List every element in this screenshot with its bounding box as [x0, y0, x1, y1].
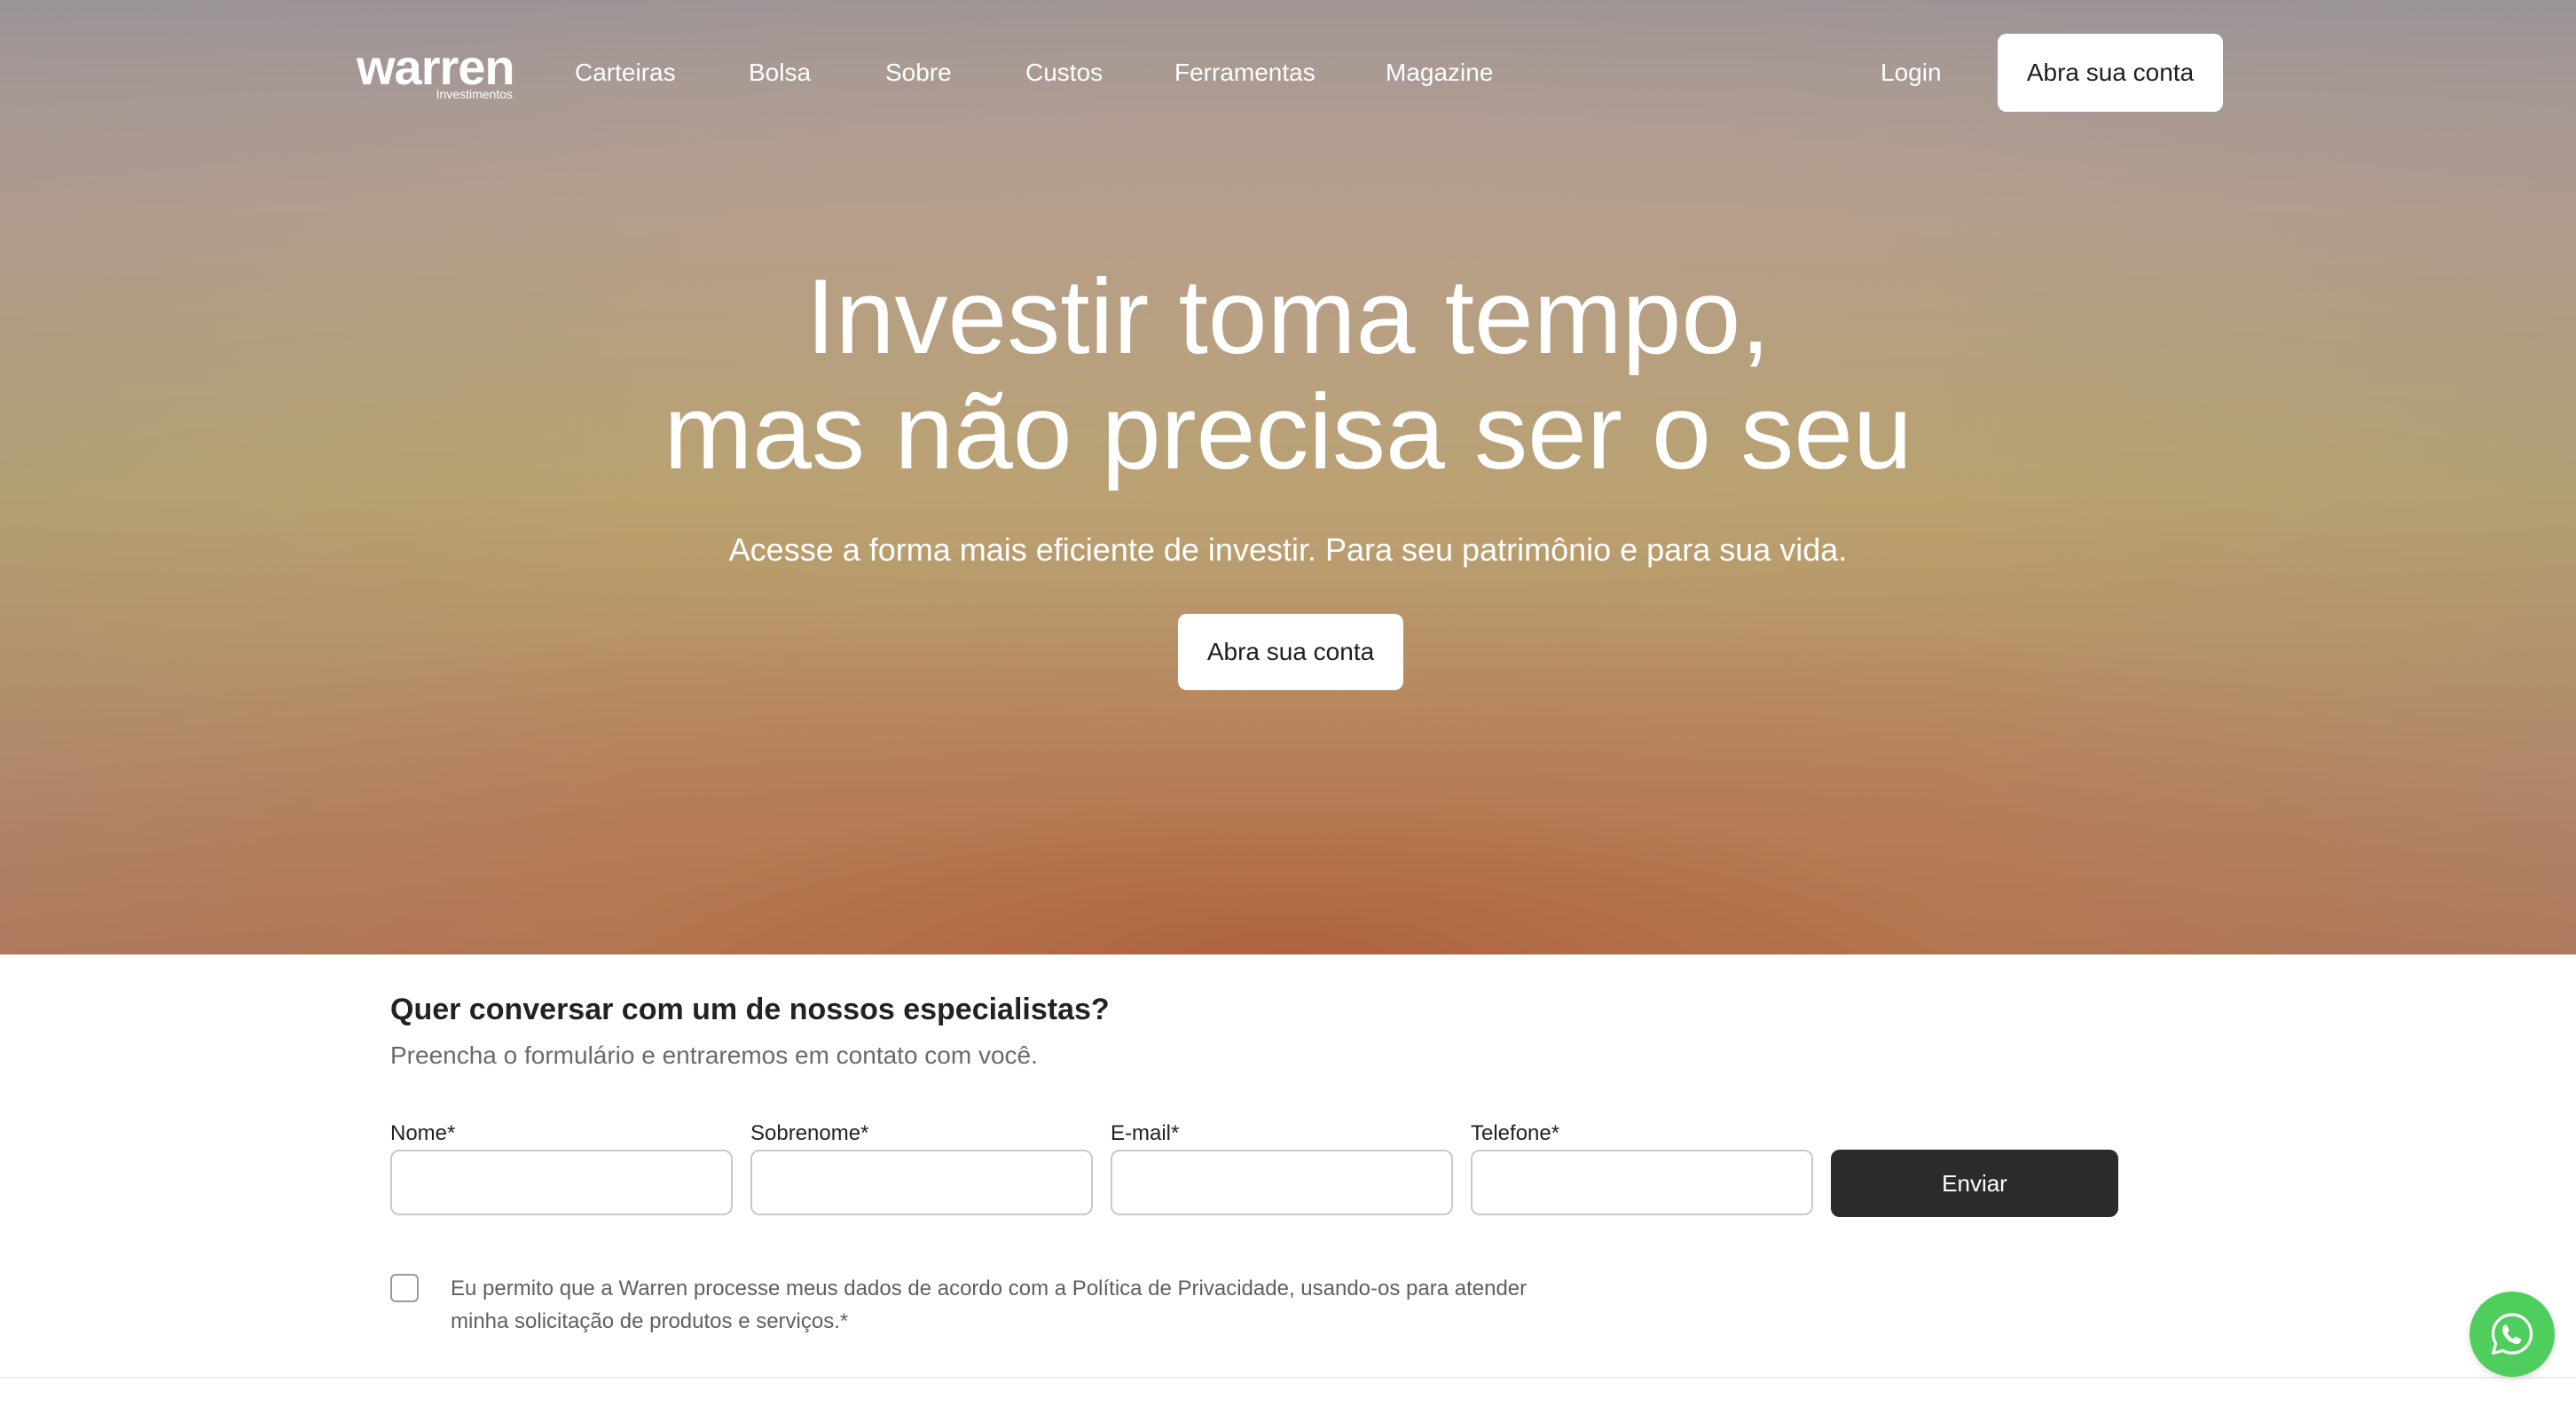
- nav-link-ferramentas[interactable]: Ferramentas: [1174, 55, 1315, 90]
- whatsapp-button[interactable]: [2470, 1292, 2555, 1377]
- top-navigation: warren Investimentos Carteiras Bolsa Sob…: [0, 0, 2576, 147]
- whatsapp-icon: [2491, 1313, 2533, 1355]
- first-name-label: Nome*: [390, 1121, 456, 1145]
- nav-link-magazine[interactable]: Magazine: [1386, 55, 1493, 90]
- hero-title-line2: mas não precisa ser o seu: [664, 373, 1912, 491]
- nav-link-bolsa[interactable]: Bolsa: [749, 55, 811, 90]
- warren-logo[interactable]: warren Investimentos: [357, 41, 516, 105]
- hero-subtitle: Acesse a forma mais eficiente de investi…: [728, 531, 1848, 568]
- logo-subtitle: Investimentos: [436, 87, 513, 101]
- last-name-field[interactable]: [750, 1150, 1093, 1215]
- phone-field[interactable]: [1471, 1150, 1813, 1215]
- logo-wordmark: warren: [357, 39, 515, 95]
- form-title: Quer conversar com um de nossos especial…: [390, 993, 1110, 1026]
- last-name-label: Sobrenome*: [750, 1121, 869, 1145]
- nav-link-sobre[interactable]: Sobre: [885, 55, 952, 90]
- section-divider: [0, 1377, 2576, 1379]
- open-account-button-hero[interactable]: Abra sua conta: [1178, 614, 1403, 690]
- consent-checkbox[interactable]: [390, 1274, 419, 1302]
- hero-title: Investir toma tempo, mas não precisa ser…: [0, 259, 2576, 490]
- nav-link-carteiras[interactable]: Carteiras: [575, 55, 676, 90]
- email-label: E-mail*: [1111, 1121, 1180, 1145]
- phone-label: Telefone*: [1471, 1121, 1560, 1145]
- form-subtitle: Preencha o formulário e entraremos em co…: [390, 1041, 1038, 1069]
- submit-button[interactable]: Enviar: [1831, 1150, 2118, 1217]
- open-account-button-nav[interactable]: Abra sua conta: [1998, 34, 2223, 112]
- nav-link-custos[interactable]: Custos: [1025, 55, 1103, 90]
- email-field[interactable]: [1111, 1150, 1453, 1215]
- hero-title-line1: Investir toma tempo,: [805, 257, 1771, 376]
- consent-text: Eu permito que a Warren processe meus da…: [451, 1277, 1528, 1333]
- login-link[interactable]: Login: [1881, 55, 1942, 90]
- first-name-field[interactable]: [390, 1150, 733, 1215]
